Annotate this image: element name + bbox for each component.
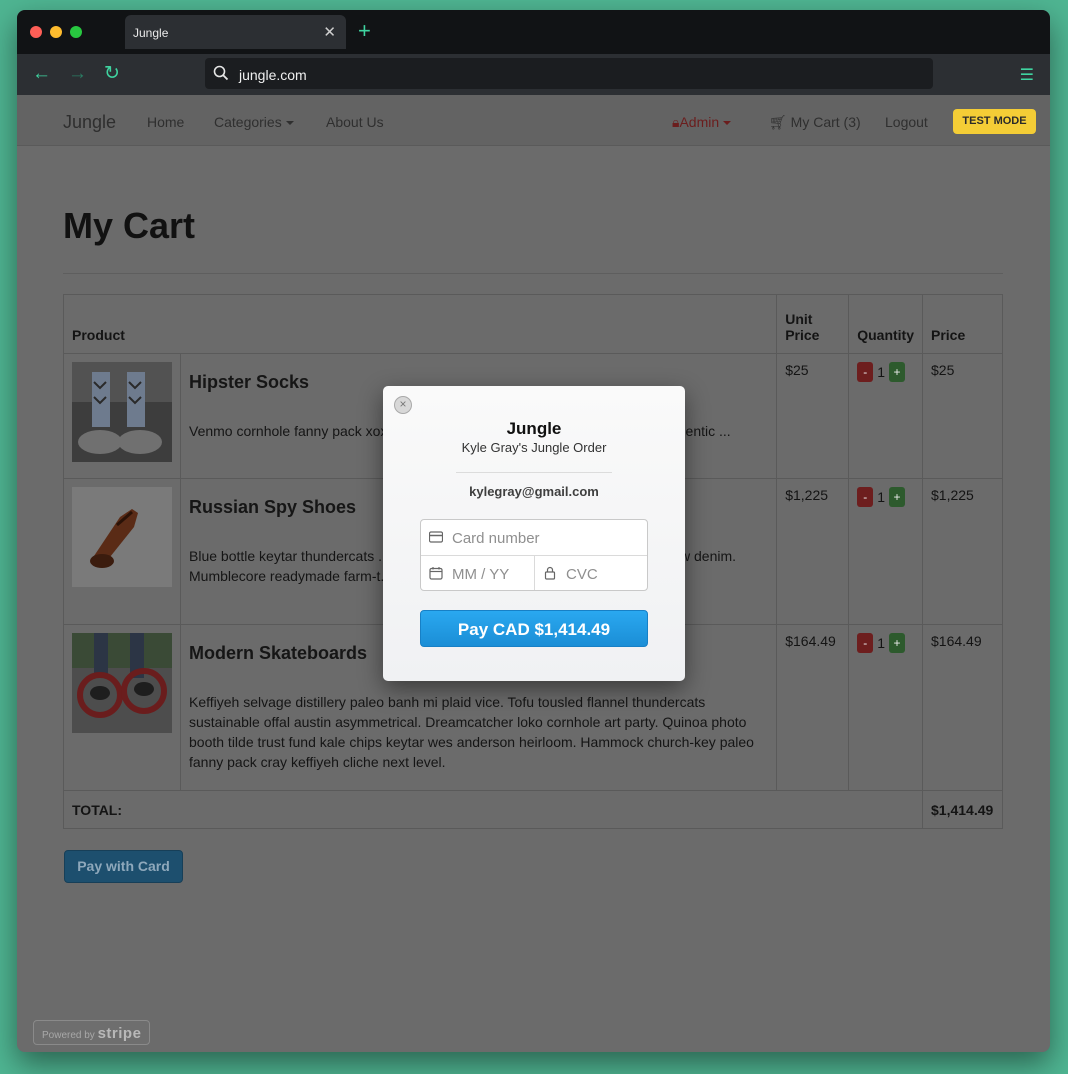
lock-icon	[544, 566, 556, 580]
quantity-value: 1	[877, 364, 886, 380]
pay-cad-button[interactable]: Pay CAD $1,414.49	[420, 610, 648, 647]
address-bar[interactable]: jungle.com	[205, 58, 933, 89]
nav-cart[interactable]: 🛒︎ My Cart (3)	[769, 114, 861, 131]
line-price: $25	[922, 353, 1003, 479]
total-row: TOTAL: $1,414.49	[63, 790, 1003, 829]
nav-categories-label: Categories	[214, 114, 282, 130]
reload-icon[interactable]: ↻	[104, 62, 120, 86]
calendar-icon	[429, 567, 443, 580]
cart-icon: 🛒︎	[769, 114, 787, 130]
divider	[456, 472, 612, 473]
test-mode-badge: TEST MODE	[953, 109, 1036, 134]
total-value: $1,414.49	[922, 790, 1003, 829]
customer-email: kylegray@gmail.com	[469, 484, 599, 499]
nav-admin-label: Admin	[679, 114, 720, 130]
header-unit-price: Unit Price	[776, 294, 850, 354]
stripe-logo: stripe	[97, 1025, 142, 1042]
maximize-window-button[interactable]	[70, 26, 82, 38]
page-title: My Cart	[63, 205, 196, 246]
nav-cart-label: My Cart (3)	[790, 114, 861, 130]
page-content: Jungle Home Categories About Us 🔒︎Admin …	[17, 95, 1050, 1052]
cvc-input[interactable]	[564, 563, 647, 585]
divider	[63, 273, 1003, 274]
hamburger-menu-icon[interactable]: ☰	[1020, 65, 1034, 85]
brand-link[interactable]: Jungle	[63, 112, 116, 133]
quantity-value: 1	[877, 635, 886, 651]
header-unit-price-line2: Price	[785, 327, 820, 343]
quantity-value: 1	[877, 489, 886, 505]
close-window-button[interactable]	[30, 26, 42, 38]
decrease-quantity-button[interactable]: -	[857, 362, 874, 382]
quantity-stepper: -1 +	[848, 353, 923, 479]
unit-price: $164.49	[776, 624, 850, 791]
line-price: $164.49	[922, 624, 1003, 791]
increase-quantity-button[interactable]: +	[889, 362, 906, 382]
nav-about[interactable]: About Us	[326, 114, 384, 130]
nav-categories[interactable]: Categories	[214, 114, 294, 130]
expiry-row	[421, 556, 535, 590]
expiry-input[interactable]	[450, 563, 534, 585]
decrease-quantity-button[interactable]: -	[857, 633, 874, 653]
header-quantity: Quantity	[848, 294, 923, 354]
powered-by-label: Powered by	[42, 1030, 95, 1041]
product-image-cell	[63, 478, 181, 625]
url-text: jungle.com	[239, 67, 307, 83]
search-icon	[213, 65, 229, 81]
nav-logout[interactable]: Logout	[885, 114, 928, 130]
forward-arrow-icon[interactable]: →	[68, 62, 87, 86]
new-tab-icon[interactable]: +	[358, 19, 371, 43]
close-tab-icon[interactable]: ✕	[323, 23, 336, 41]
card-number-input[interactable]	[450, 527, 635, 549]
unit-price: $25	[776, 353, 850, 479]
card-details-form	[420, 519, 648, 591]
header-unit-price-line1: Unit	[785, 311, 813, 327]
close-modal-button[interactable]: ×	[394, 396, 412, 414]
chevron-down-icon	[285, 121, 294, 126]
product-image-shoes	[72, 487, 172, 587]
checkout-modal: × Jungle Kyle Gray's Jungle Order kylegr…	[383, 386, 685, 681]
nav-home[interactable]: Home	[147, 114, 184, 130]
total-label: TOTAL:	[63, 790, 923, 829]
tab-title: Jungle	[133, 26, 169, 40]
increase-quantity-button[interactable]: +	[889, 487, 906, 507]
browser-window: Jungle ✕ + ← → ↻ jungle.com ☰ Jungle Hom…	[17, 10, 1050, 1052]
quantity-stepper: -1 +	[848, 478, 923, 625]
powered-by-stripe-badge[interactable]: Powered by stripe	[33, 1020, 150, 1045]
header-price: Price	[922, 294, 1003, 354]
card-number-row	[421, 520, 647, 556]
decrease-quantity-button[interactable]: -	[857, 487, 874, 507]
product-description: Keffiyeh selvage distillery paleo banh m…	[189, 694, 754, 770]
header-product: Product	[62, 294, 778, 354]
table-header-row: Product Unit Price Quantity Price	[62, 294, 1003, 354]
pay-with-card-button[interactable]: Pay with Card	[64, 850, 183, 883]
credit-card-icon	[429, 531, 443, 543]
minimize-window-button[interactable]	[50, 26, 62, 38]
modal-subtitle: Kyle Gray's Jungle Order	[461, 440, 607, 455]
increase-quantity-button[interactable]: +	[889, 633, 906, 653]
unit-price: $1,225	[776, 478, 850, 625]
tab-bar: Jungle ✕ +	[17, 10, 1050, 54]
product-image-cell	[63, 624, 181, 791]
browser-toolbar: ← → ↻ jungle.com ☰	[17, 54, 1050, 95]
site-navbar: Jungle Home Categories About Us 🔒︎Admin …	[17, 95, 1050, 146]
product-image-skateboards	[72, 633, 172, 733]
product-image-cell	[63, 353, 181, 479]
quantity-stepper: -1 +	[848, 624, 923, 791]
nav-admin[interactable]: 🔒︎Admin	[672, 114, 732, 131]
cvc-row	[535, 556, 647, 590]
browser-tab[interactable]: Jungle ✕	[125, 15, 346, 49]
product-image-socks	[72, 362, 172, 462]
chevron-down-icon	[723, 121, 732, 126]
line-price: $1,225	[922, 478, 1003, 625]
back-arrow-icon[interactable]: ←	[32, 62, 51, 86]
modal-title: Jungle	[506, 419, 562, 438]
